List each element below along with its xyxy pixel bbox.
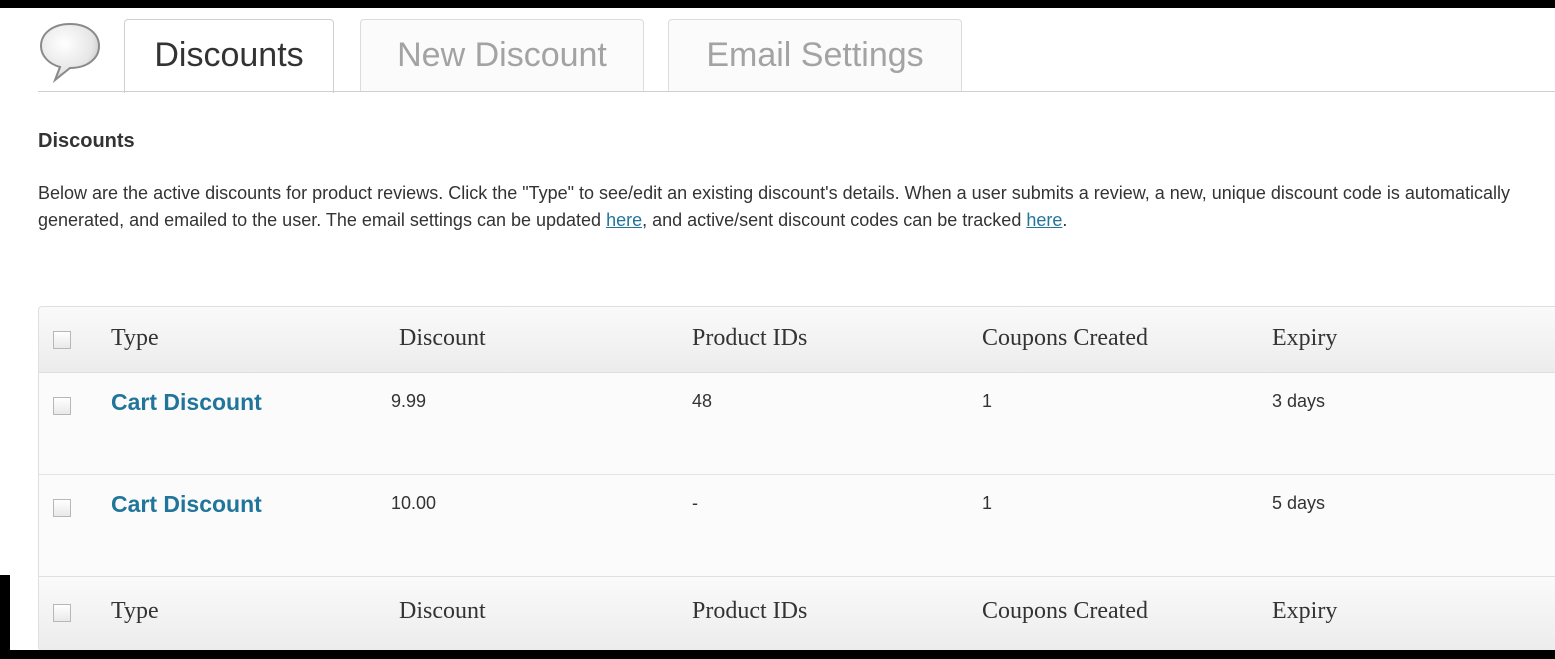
product-ids-value: 48	[692, 391, 713, 411]
table-row: Cart Discount 10.00 - 1 5 days	[39, 475, 1555, 576]
discount-value: 9.99	[391, 391, 427, 411]
tab-discounts[interactable]: Discounts	[124, 19, 334, 93]
tab-email-settings[interactable]: Email Settings	[668, 19, 962, 91]
column-header-product-ids[interactable]: Product IDs	[692, 325, 807, 352]
coupons-created-value: 1	[982, 391, 993, 411]
discount-type-link[interactable]: Cart Discount	[111, 491, 262, 518]
bottom-edge	[0, 650, 1555, 659]
select-all-checkbox[interactable]	[53, 331, 71, 349]
tracked-codes-link[interactable]: here	[1026, 210, 1062, 230]
coupons-created-value: 1	[982, 493, 993, 513]
expiry-value: 5 days	[1272, 493, 1326, 513]
column-footer-type[interactable]: Type	[111, 598, 159, 625]
intro-text: .	[1062, 210, 1068, 230]
discounts-table: Type Discount Product IDs Coupons Create…	[38, 306, 1555, 651]
row-checkbox[interactable]	[53, 499, 71, 517]
column-footer-coupons-created[interactable]: Coupons Created	[982, 598, 1148, 625]
table-header-row: Type Discount Product IDs Coupons Create…	[39, 307, 1555, 373]
column-footer-discount[interactable]: Discount	[399, 598, 486, 625]
column-footer-product-ids[interactable]: Product IDs	[692, 598, 807, 625]
discount-value: 10.00	[391, 493, 437, 513]
expiry-value: 3 days	[1272, 391, 1326, 411]
column-header-type[interactable]: Type	[111, 325, 159, 352]
intro-text: , and active/sent discount codes can be …	[642, 210, 1027, 230]
tab-bar: Discounts New Discount Email Settings	[0, 0, 1555, 93]
table-footer-row: Type Discount Product IDs Coupons Create…	[39, 576, 1555, 650]
table-row: Cart Discount 9.99 48 1 3 days	[39, 373, 1555, 475]
select-all-checkbox[interactable]	[53, 604, 71, 622]
speech-bubble-icon	[39, 22, 101, 84]
page-title: Discounts	[38, 130, 135, 152]
column-header-discount[interactable]: Discount	[399, 325, 486, 352]
email-settings-link[interactable]: here	[606, 210, 642, 230]
column-footer-expiry[interactable]: Expiry	[1272, 598, 1337, 625]
column-header-expiry[interactable]: Expiry	[1272, 325, 1337, 352]
row-checkbox[interactable]	[53, 397, 71, 415]
discount-type-link[interactable]: Cart Discount	[111, 389, 262, 416]
tab-new-discount[interactable]: New Discount	[360, 19, 644, 91]
left-edge	[0, 575, 10, 659]
product-ids-value: -	[692, 493, 698, 513]
tab-divider	[38, 91, 1555, 92]
intro-paragraph: Below are the active discounts for produ…	[38, 180, 1548, 234]
column-header-coupons-created[interactable]: Coupons Created	[982, 325, 1148, 352]
